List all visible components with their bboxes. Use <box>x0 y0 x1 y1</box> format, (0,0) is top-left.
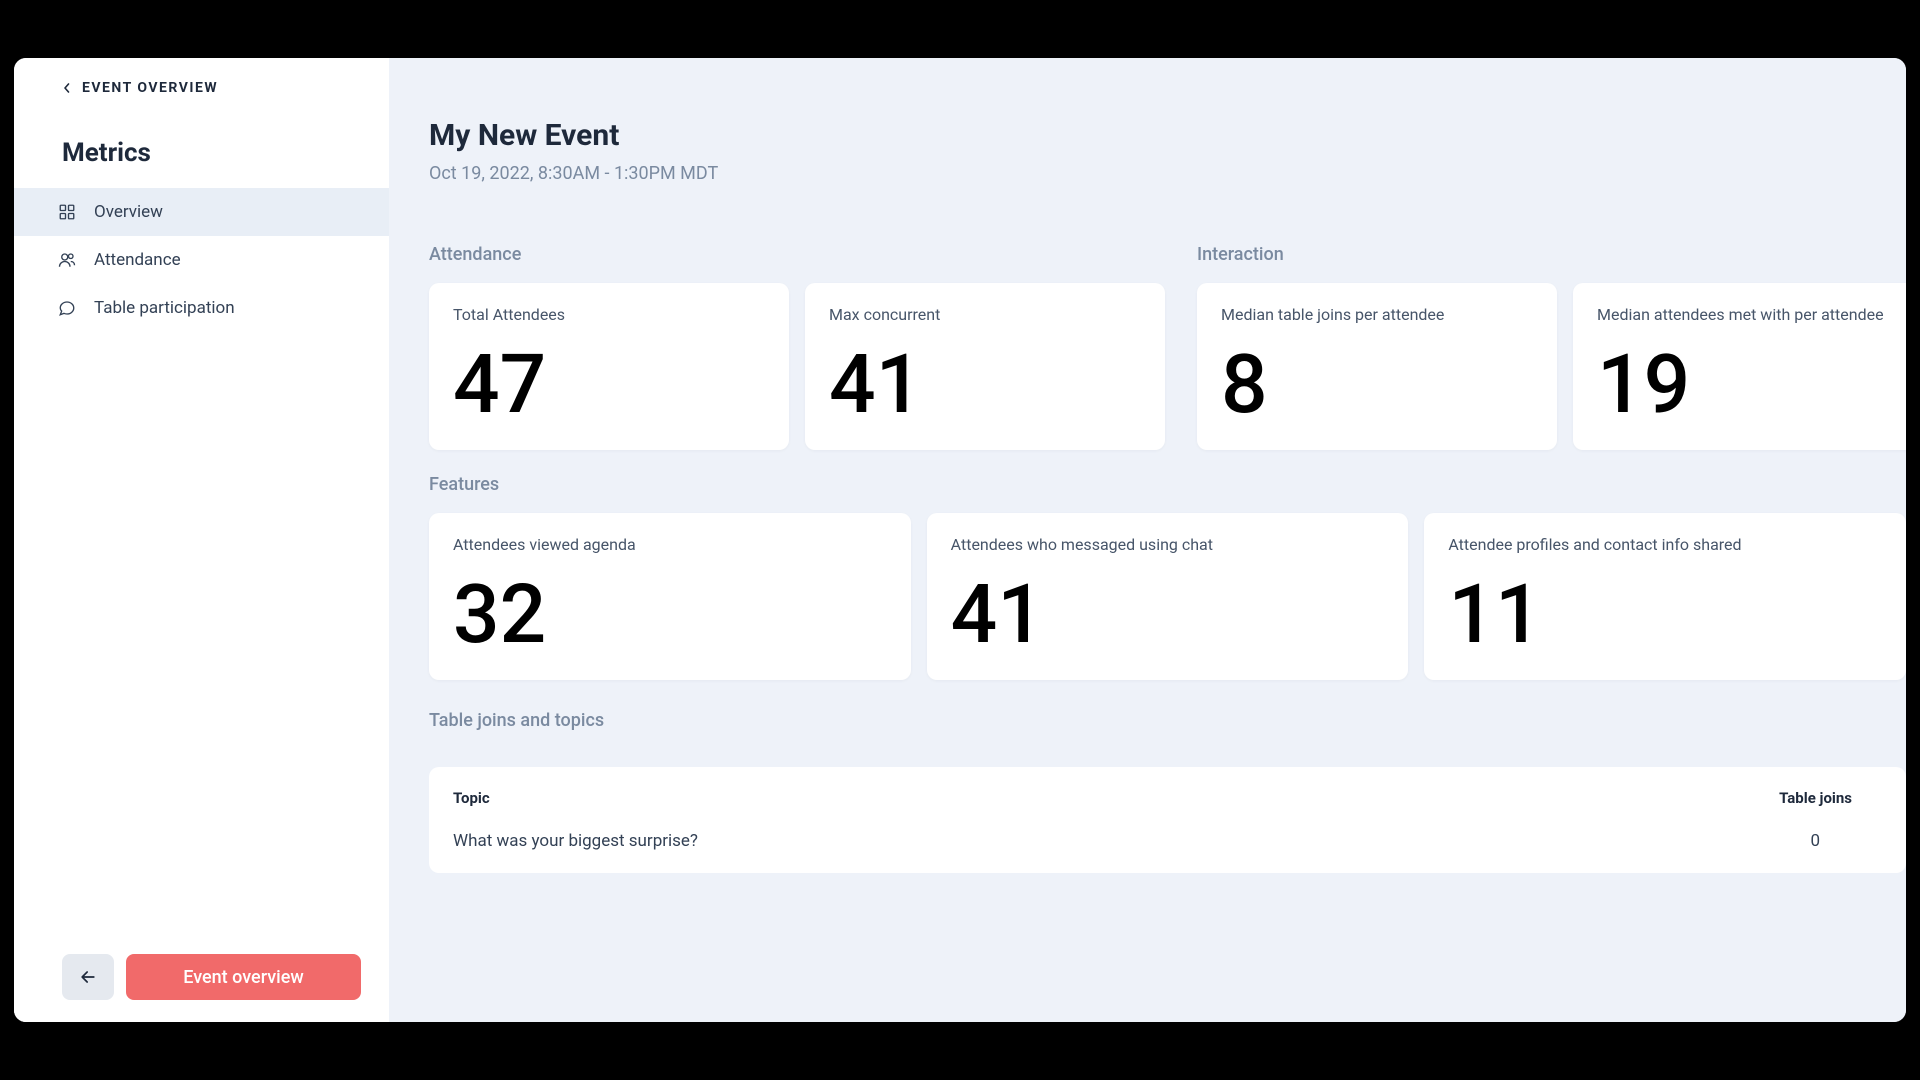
sidebar-title: Metrics <box>42 138 361 168</box>
table-row: What was your biggest surprise? 0 <box>453 831 1882 851</box>
nav-item-attendance[interactable]: Attendance <box>14 236 389 284</box>
metric-value: 47 <box>453 344 765 426</box>
nav-list: Overview Attendance Table participation <box>14 188 389 332</box>
interaction-cards: Median table joins per attendee 8 Median… <box>1197 283 1906 450</box>
breadcrumb-back[interactable]: EVENT OVERVIEW <box>42 80 361 96</box>
table-col-topic: Topic <box>453 789 490 807</box>
metric-value: 11 <box>1448 574 1882 656</box>
metric-label: Attendees viewed agenda <box>453 535 887 554</box>
group-label-table-joins: Table joins and topics <box>429 710 1906 731</box>
metric-label: Attendee profiles and contact info share… <box>1448 535 1882 554</box>
nav-item-label: Table participation <box>94 298 235 318</box>
grid-icon <box>58 203 76 221</box>
event-overview-button[interactable]: Event overview <box>126 954 361 1000</box>
chat-icon <box>58 299 76 317</box>
metric-value: 41 <box>951 574 1385 656</box>
chevron-left-icon <box>62 83 72 93</box>
table-header: Topic Table joins <box>453 789 1882 807</box>
table-cell-topic: What was your biggest surprise? <box>453 831 698 851</box>
metric-label: Max concurrent <box>829 305 1141 324</box>
metric-card-viewed-agenda: Attendees viewed agenda 32 <box>429 513 911 680</box>
users-icon <box>58 251 76 269</box>
metric-card-median-attendees-met: Median attendees met with per attendee 1… <box>1573 283 1906 450</box>
attendance-group: Attendance Total Attendees 47 Max concur… <box>429 244 1165 450</box>
interaction-group: Interaction Median table joins per atten… <box>1197 244 1906 450</box>
sidebar: EVENT OVERVIEW Metrics Overview Attendan… <box>14 58 389 1022</box>
metric-value: 19 <box>1597 344 1906 426</box>
table-container: Topic Table joins What was your biggest … <box>429 767 1906 873</box>
metric-value: 8 <box>1221 344 1533 426</box>
back-button[interactable] <box>62 954 114 1000</box>
metric-value: 41 <box>829 344 1141 426</box>
metric-card-median-table-joins: Median table joins per attendee 8 <box>1197 283 1557 450</box>
main-content: My New Event Oct 19, 2022, 8:30AM - 1:30… <box>389 58 1906 1022</box>
group-label-interaction: Interaction <box>1197 244 1906 265</box>
sidebar-footer: Event overview <box>14 934 389 1022</box>
metric-card-total-attendees: Total Attendees 47 <box>429 283 789 450</box>
attendance-cards: Total Attendees 47 Max concurrent 41 <box>429 283 1165 450</box>
nav-item-table-participation[interactable]: Table participation <box>14 284 389 332</box>
metric-label: Total Attendees <box>453 305 765 324</box>
sidebar-top: EVENT OVERVIEW Metrics <box>14 58 389 188</box>
app-window: EVENT OVERVIEW Metrics Overview Attendan… <box>14 58 1906 1022</box>
metric-label: Median table joins per attendee <box>1221 305 1533 324</box>
arrow-left-icon <box>78 967 98 987</box>
metric-label: Median attendees met with per attendee <box>1597 305 1906 324</box>
metric-card-max-concurrent: Max concurrent 41 <box>805 283 1165 450</box>
breadcrumb-label: EVENT OVERVIEW <box>82 80 218 96</box>
table-cell-joins: 0 <box>1810 831 1820 851</box>
metrics-row-top: Attendance Total Attendees 47 Max concur… <box>429 244 1906 450</box>
metric-card-messaged-chat: Attendees who messaged using chat 41 <box>927 513 1409 680</box>
nav-item-label: Attendance <box>94 250 181 270</box>
group-label-attendance: Attendance <box>429 244 1165 265</box>
nav-item-overview[interactable]: Overview <box>14 188 389 236</box>
table-joins-section: Table joins and topics Topic Table joins… <box>429 710 1906 873</box>
metric-value: 32 <box>453 574 887 656</box>
features-cards: Attendees viewed agenda 32 Attendees who… <box>429 513 1906 680</box>
event-datetime: Oct 19, 2022, 8:30AM - 1:30PM MDT <box>429 163 1906 184</box>
group-label-features: Features <box>429 474 1906 495</box>
table-col-joins: Table joins <box>1779 789 1852 807</box>
metric-label: Attendees who messaged using chat <box>951 535 1385 554</box>
nav-item-label: Overview <box>94 202 163 222</box>
metric-card-profiles-shared: Attendee profiles and contact info share… <box>1424 513 1906 680</box>
event-title: My New Event <box>429 118 1906 153</box>
features-group: Features Attendees viewed agenda 32 Atte… <box>429 474 1906 680</box>
